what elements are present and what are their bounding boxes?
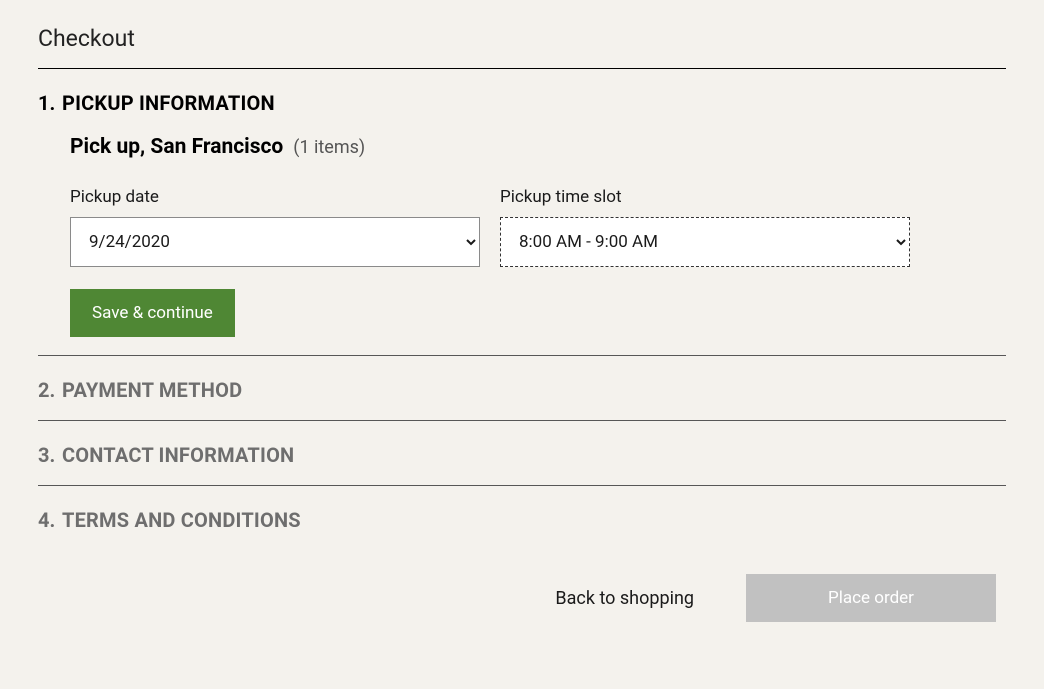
step-4-number: 4. [38,508,56,532]
step-4-title: TERMS AND CONDITIONS [62,508,301,532]
step-1-title: PICKUP INFORMATION [62,91,275,115]
pickup-date-select[interactable]: 9/24/2020 [70,217,480,267]
page-title: Checkout [38,25,1006,52]
title-divider [38,68,1006,69]
step-1-divider [38,355,1006,356]
step-2-divider [38,420,1006,421]
step-1-header: 1. PICKUP INFORMATION [38,91,1006,115]
step-1-number: 1. [38,91,56,115]
pickup-fields-row: Pickup date 9/24/2020 Pickup time slot 8… [70,187,1006,267]
pickup-time-field: Pickup time slot 8:00 AM - 9:00 AM [500,187,910,267]
step-3-divider [38,485,1006,486]
footer-actions: Back to shopping Place order [38,574,1006,622]
step-3-number: 3. [38,443,56,467]
step-3-header[interactable]: 3. CONTACT INFORMATION [38,443,1006,467]
step-4-header[interactable]: 4. TERMS AND CONDITIONS [38,508,1006,532]
step-2-number: 2. [38,378,56,402]
pickup-date-field: Pickup date 9/24/2020 [70,187,480,267]
pickup-date-label: Pickup date [70,187,480,207]
pickup-location-row: Pick up, San Francisco (1 items) [70,135,1006,159]
step-2-header[interactable]: 2. PAYMENT METHOD [38,378,1006,402]
pickup-time-select[interactable]: 8:00 AM - 9:00 AM [500,217,910,267]
pickup-location-label: Pick up, San Francisco [70,135,283,159]
save-continue-button[interactable]: Save & continue [70,289,235,337]
pickup-items-count: (1 items) [293,137,365,158]
place-order-button[interactable]: Place order [746,574,996,622]
pickup-time-label: Pickup time slot [500,187,910,207]
back-to-shopping-link[interactable]: Back to shopping [555,588,694,609]
step-3-title: CONTACT INFORMATION [62,443,294,467]
step-2-title: PAYMENT METHOD [62,378,242,402]
step-1-body: Pick up, San Francisco (1 items) Pickup … [38,135,1006,337]
